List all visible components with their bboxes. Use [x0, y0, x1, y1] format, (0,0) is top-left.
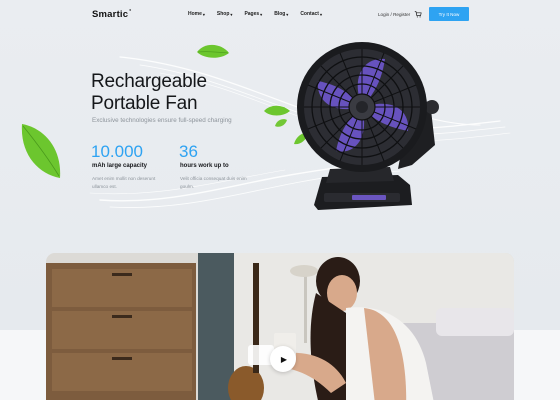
portable-fan-image — [297, 42, 439, 210]
nav-item-blog[interactable]: Blog ▾ — [274, 11, 288, 17]
chevron-down-icon: ▾ — [260, 11, 263, 17]
nav-label: Shop — [216, 11, 230, 17]
chevron-down-icon: ▾ — [286, 11, 289, 17]
woman-with-fan-photo — [46, 253, 514, 400]
nav-label: Blog — [274, 11, 286, 17]
leaf-icon — [21, 124, 61, 178]
chevron-down-icon: ▾ — [319, 11, 322, 17]
cart-icon[interactable] — [414, 10, 422, 18]
nav-item-pages[interactable]: Pages ▾ — [244, 11, 262, 17]
stat-hours-description: Velit officia consequat duis enim goulm. — [180, 176, 247, 189]
chevron-down-icon: ▾ — [230, 11, 233, 17]
play-video-button[interactable]: ▶ — [270, 346, 296, 372]
main-nav: Home ▾ Shop ▾ Pages ▾ Blog ▾ Contact ▾ — [188, 11, 322, 17]
leaf-icon — [264, 105, 290, 116]
hero-subtitle: Exclusive technologies ensure full-speed… — [92, 117, 232, 124]
stat-capacity-description: Amet enim mollit non deserunt ullamco es… — [92, 176, 156, 189]
chevron-down-icon: ▾ — [202, 11, 205, 17]
leaf-icon — [197, 44, 229, 58]
login-register-link[interactable]: Login / Register — [378, 12, 410, 17]
try-it-now-button[interactable]: Try It Now — [429, 7, 469, 21]
nav-item-contact[interactable]: Contact ▾ — [300, 11, 322, 17]
nav-item-home[interactable]: Home ▾ — [188, 11, 205, 17]
stat-hours-label: hours work up to — [180, 163, 229, 169]
nav-label: Home — [188, 11, 202, 17]
hero-title-line-2: Portable Fan — [91, 93, 198, 114]
leaf-icon — [275, 119, 287, 127]
stat-capacity-label: mAh large capacity — [92, 163, 148, 169]
logo-text: Smartic — [92, 9, 129, 20]
lifestyle-video-thumbnail[interactable] — [46, 253, 514, 400]
stat-capacity-value: 10.000 — [91, 142, 143, 161]
stat-hours-value: 36 — [179, 142, 198, 161]
nav-label: Pages — [244, 11, 260, 17]
play-icon: ▶ — [280, 354, 288, 364]
hero-title-line-1: Rechargeable — [91, 71, 207, 92]
nav-label: Contact — [300, 11, 319, 17]
logo[interactable]: Smartic° — [92, 9, 131, 20]
nav-item-shop[interactable]: Shop ▾ — [217, 11, 233, 17]
logo-mark: ° — [129, 9, 132, 15]
